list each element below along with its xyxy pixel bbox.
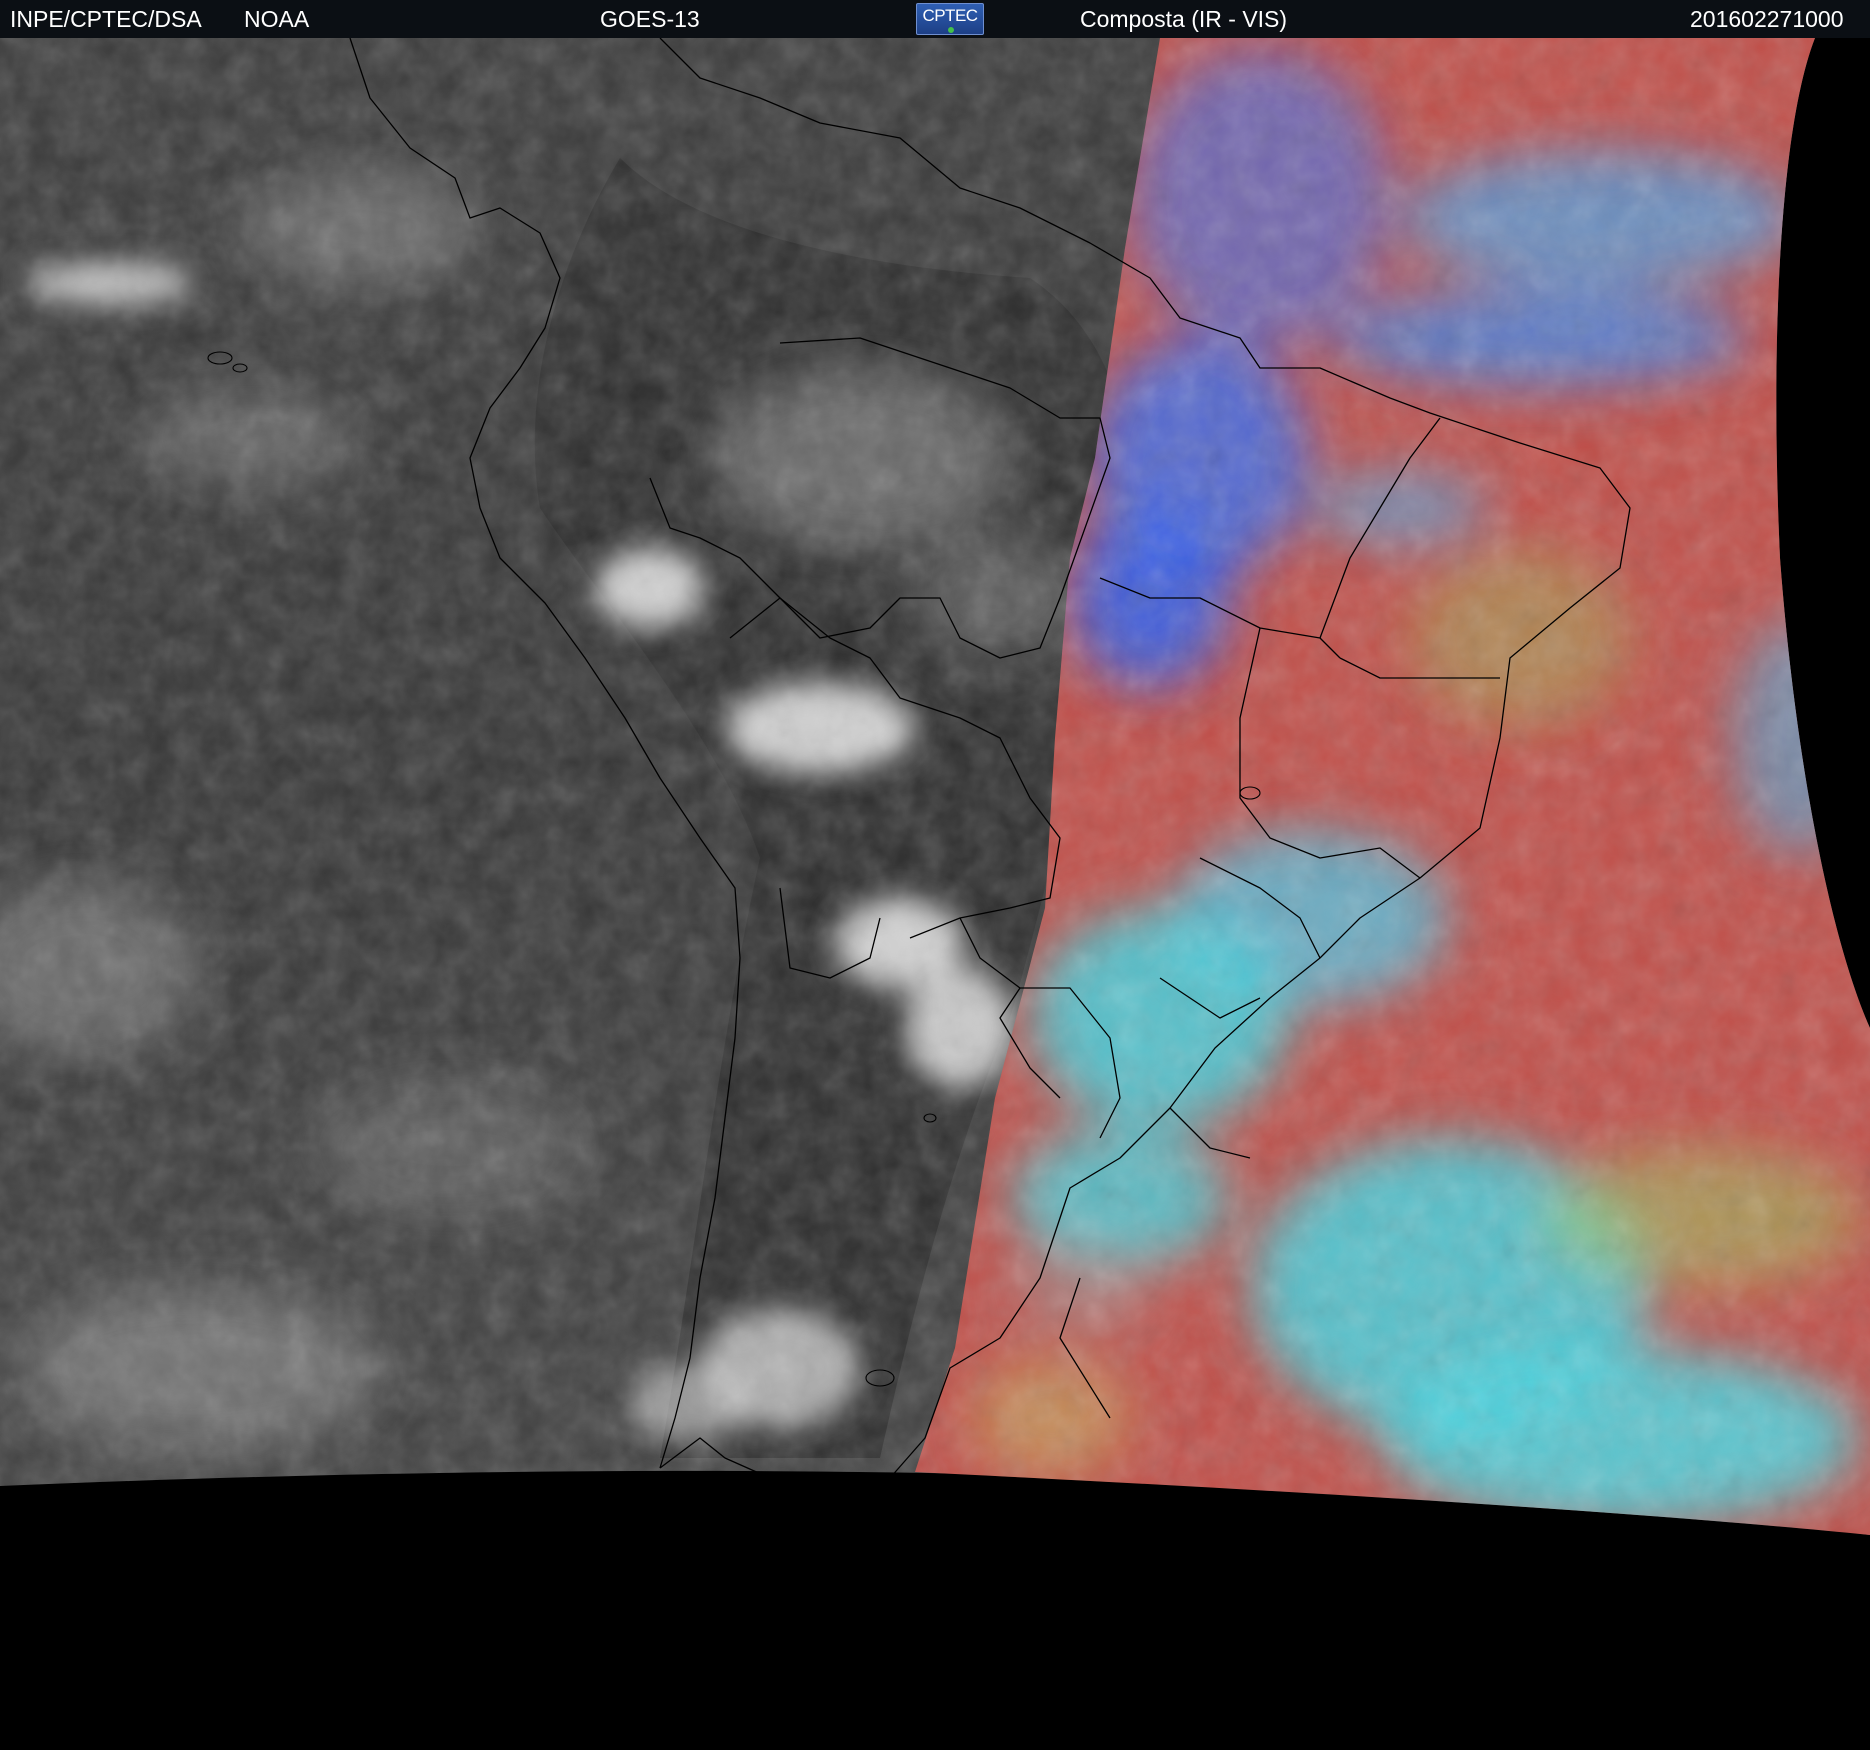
cptec-logo: CPTEC: [916, 3, 984, 35]
header-bar: INPE/CPTEC/DSA NOAA GOES-13 CPTEC Compos…: [0, 0, 1870, 39]
org-label: INPE/CPTEC/DSA: [10, 6, 202, 32]
cptec-logo-text: CPTEC: [922, 6, 978, 25]
logo-leaf-icon: [948, 27, 954, 33]
satellite-image: [0, 38, 1870, 1750]
timestamp-label: 201602271000: [1690, 6, 1844, 32]
agency-label: NOAA: [244, 6, 310, 32]
satellite-label: GOES-13: [600, 6, 700, 32]
product-label: Composta (IR - VIS): [1080, 6, 1288, 32]
